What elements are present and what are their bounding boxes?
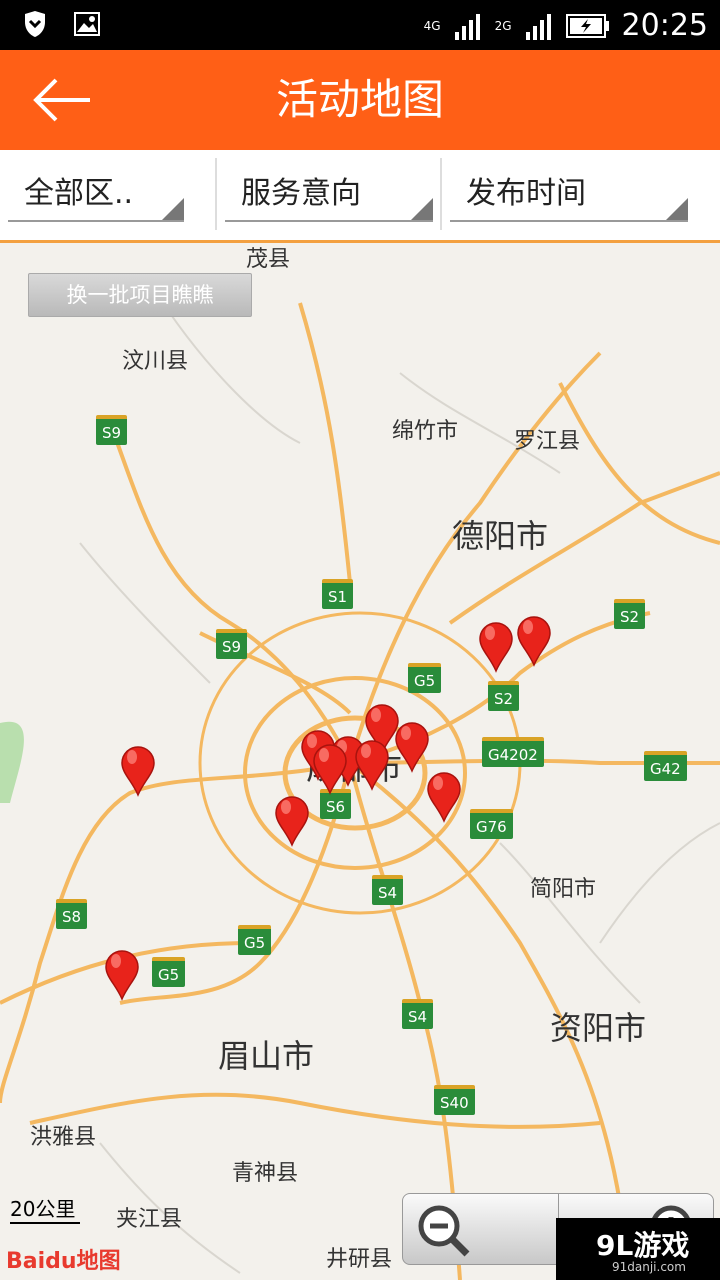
network-2g: 2G [494,18,512,33]
highway-s40: S40 [434,1085,475,1115]
map-label-jiajiang: 夹江县 [116,1207,183,1232]
divider [215,158,217,230]
dropdown-triangle-icon [666,198,688,220]
map-label-deyang: 德阳市 [452,517,549,555]
map-marker-icon[interactable] [394,721,430,773]
map-marker-icon[interactable] [516,615,552,667]
baidu-map-logo: Baidu地图 [6,1249,121,1274]
highway-g5: G5 [238,925,272,955]
map-label-hongya: 洪雅县 [30,1125,97,1150]
dropdown-triangle-icon [411,198,433,220]
highway-g5: G5 [152,957,186,987]
map-marker-icon[interactable] [120,745,156,797]
signal-icon [454,13,480,40]
map-scale: 20公里 [10,1193,80,1224]
zoom-out-icon [418,1205,470,1257]
watermark: 9L游戏 91danji.com [556,1218,720,1280]
refresh-projects-button[interactable]: 换一批项目瞧瞧 [28,273,252,317]
map-label-wenchuan: 汶川县 [122,349,189,374]
signal-icon-2 [525,13,551,40]
map-label-jingyan: 井研县 [326,1247,393,1272]
service-filter[interactable]: 服务意向 [225,160,433,222]
publish-time-filter[interactable]: 发布时间 [450,160,688,222]
map-label-jianyang: 简阳市 [530,877,597,902]
dropdown-triangle-icon [162,198,184,220]
map-marker-icon[interactable] [274,795,310,847]
map-marker-icon[interactable] [426,771,462,823]
map-marker-icon[interactable] [312,743,348,795]
highway-s2: S2 [614,599,646,629]
highway-g76: G76 [470,809,513,839]
highway-s1: S1 [322,579,354,609]
app-header: 活动地图 [0,50,720,150]
map-label-mianzhu: 绵竹市 [392,419,459,444]
region-filter[interactable]: 全部区.. [8,160,184,222]
map-marker-icon[interactable] [354,739,390,791]
region-filter-label: 全部区.. [24,176,134,211]
highway-g4202: G4202 [482,737,544,767]
filter-bar: 全部区.. 服务意向 发布时间 [0,150,720,243]
battery-icon [565,13,609,38]
map-label-ziyang: 资阳市 [550,1009,647,1047]
map-label-maoxian: 茂县 [246,247,291,272]
map-marker-icon[interactable] [478,621,514,673]
clock: 20:25 [621,8,708,43]
map-marker-icon[interactable] [104,949,140,1001]
status-bar: 4G 2G 20:25 [0,0,720,50]
watermark-site: 91danji.com [612,1260,686,1274]
highway-g5: G5 [408,663,442,693]
map-view[interactable]: 换一批项目瞧瞧 茂县 汶川县 绵竹市 罗江县 德阳市 成都市 简阳市 资阳市 眉… [0,243,720,1280]
map-label-qingshen: 青神县 [232,1161,299,1186]
network-4g: 4G [423,18,441,33]
highway-s4: S4 [402,999,434,1029]
highway-s9: S9 [216,629,248,659]
page-title: 活动地图 [275,75,444,124]
map-label-luojiang: 罗江县 [514,429,581,454]
highway-s2: S2 [488,681,520,711]
highway-g42: G42 [644,751,687,781]
publish-time-filter-label: 发布时间 [466,176,586,211]
back-arrow-icon[interactable] [30,76,94,124]
highway-s4: S4 [372,875,404,905]
shield-icon [25,11,45,37]
image-icon [74,12,100,36]
service-filter-label: 服务意向 [241,176,361,211]
highway-s8: S8 [56,899,88,929]
highway-s9: S9 [96,415,128,445]
map-label-meishan: 眉山市 [218,1037,315,1075]
divider [440,158,442,230]
zoom-out-button[interactable] [403,1194,557,1264]
watermark-brand: 9L游戏 [596,1229,690,1262]
